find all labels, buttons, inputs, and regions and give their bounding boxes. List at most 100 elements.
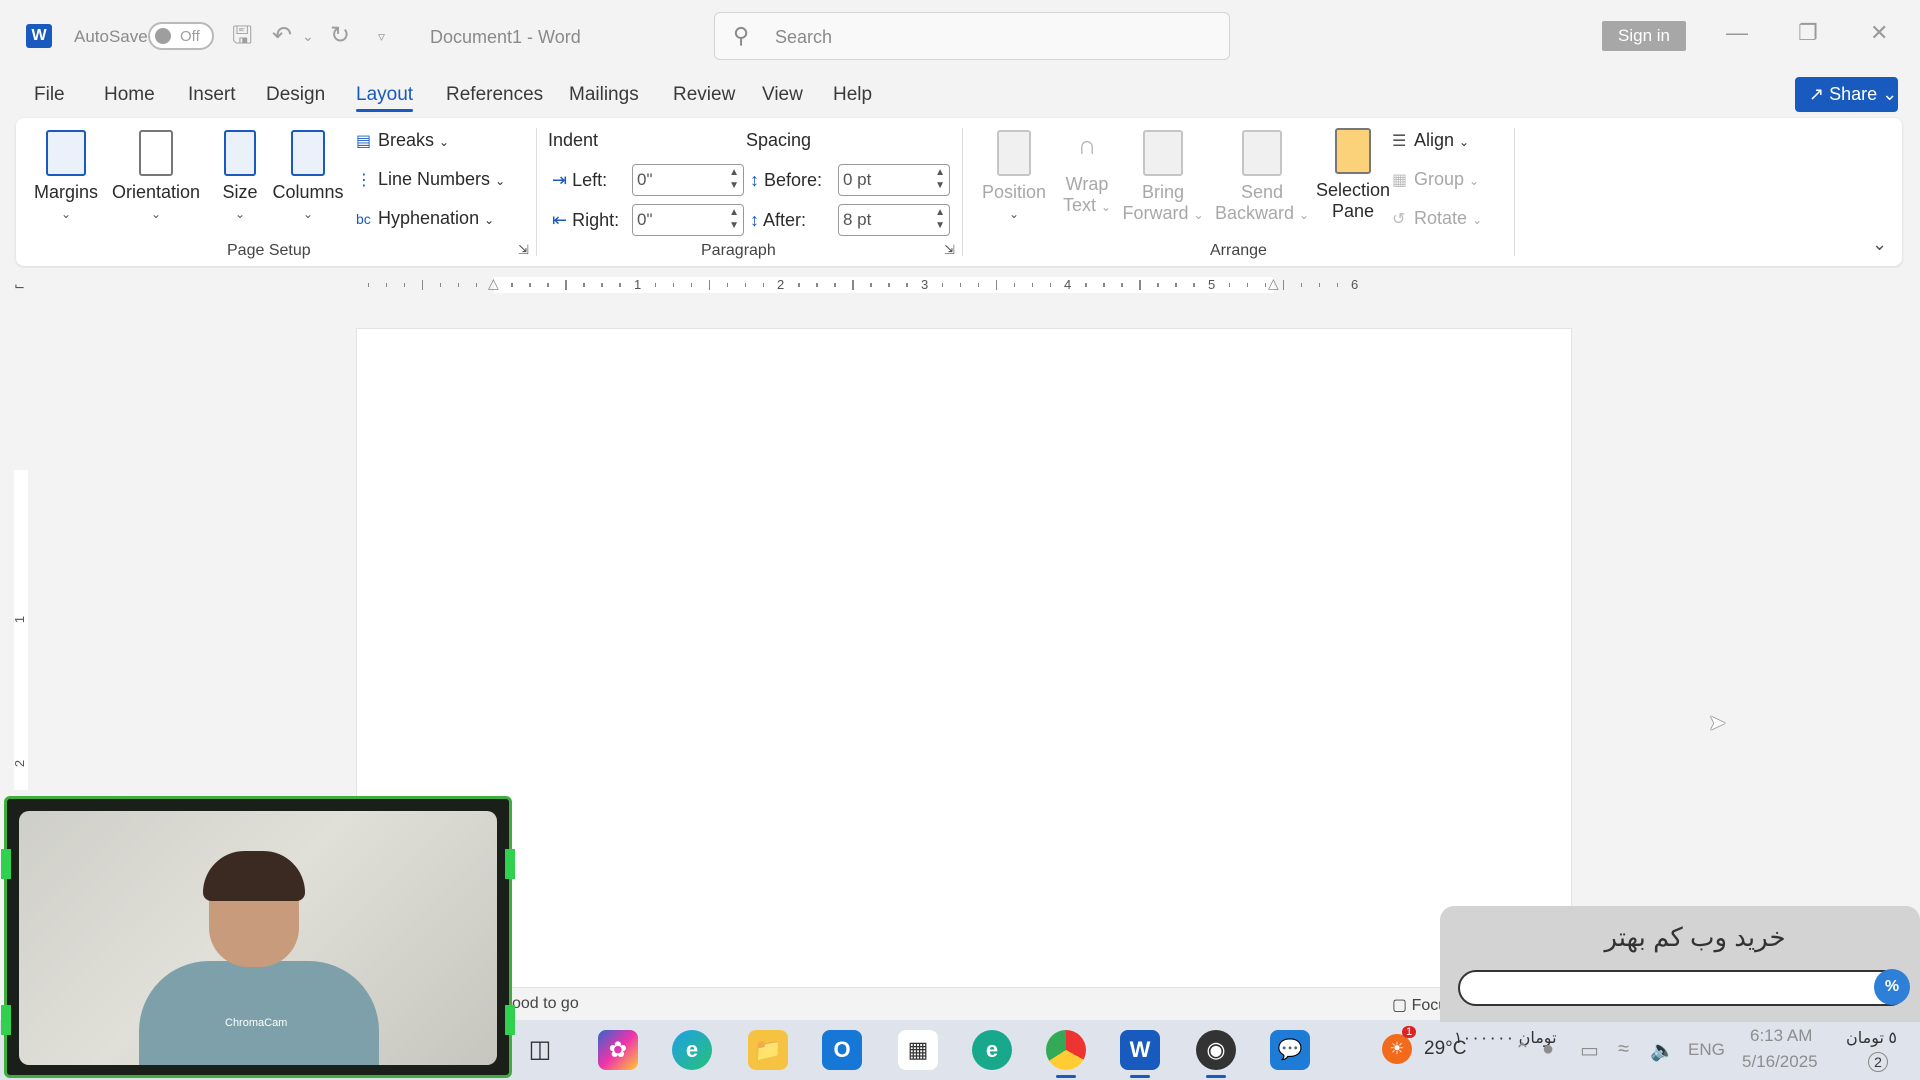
ruler-tick bbox=[1139, 280, 1141, 290]
autosave-toggle[interactable]: Off bbox=[148, 22, 214, 50]
tab-help[interactable]: Help bbox=[833, 84, 872, 106]
share-button[interactable]: ↗ Share ⌄ bbox=[1795, 77, 1898, 112]
store-icon[interactable]: ▦ bbox=[898, 1030, 938, 1070]
webcam-overlay: ChromaCam bbox=[1, 796, 515, 1078]
tab-references[interactable]: References bbox=[446, 84, 543, 106]
obs-icon[interactable]: ◉ bbox=[1196, 1030, 1236, 1078]
indent-left-value: 0" bbox=[637, 170, 653, 189]
ruler-tick bbox=[1121, 283, 1123, 287]
orientation-button[interactable]: Orientation ⌄ bbox=[108, 130, 204, 221]
edge-icon[interactable]: e bbox=[672, 1030, 712, 1070]
align-label: Align bbox=[1414, 130, 1455, 150]
search-box[interactable]: ⚲ Search bbox=[714, 12, 1230, 60]
line-numbers-button[interactable]: ⋮ Line Numbers ⌄ bbox=[356, 169, 505, 190]
restore-icon[interactable]: ❐ bbox=[1798, 20, 1818, 46]
spinner-arrows-icon[interactable]: ▲ ▼ bbox=[935, 166, 945, 192]
undo-icon[interactable]: ↶ bbox=[272, 22, 292, 50]
spacing-before-icon: ↕ bbox=[750, 170, 759, 190]
word-icon[interactable]: W bbox=[1120, 1030, 1160, 1078]
display-icon[interactable]: ▭ bbox=[1580, 1038, 1599, 1063]
spacing-before-input[interactable]: 0 pt ▲ ▼ bbox=[838, 164, 950, 196]
clock-date[interactable]: 5/16/2025 bbox=[1742, 1052, 1818, 1072]
columns-button[interactable]: Columns ⌄ bbox=[270, 130, 346, 221]
wifi-icon[interactable]: ≈ bbox=[1618, 1038, 1629, 1061]
group-button[interactable]: ▦ Group ⌄ bbox=[1392, 169, 1479, 190]
outlook-icon[interactable]: O bbox=[822, 1030, 862, 1070]
tab-design[interactable]: Design bbox=[266, 84, 325, 106]
tab-view[interactable]: View bbox=[762, 84, 803, 106]
spacing-after-value: 8 pt bbox=[843, 210, 872, 229]
e-app-icon[interactable]: e bbox=[972, 1030, 1012, 1070]
word-logo-icon: W bbox=[26, 24, 52, 48]
undo-dropdown-icon[interactable]: ⌄ bbox=[302, 22, 314, 50]
paragraph-launcher-icon[interactable]: ⇲ bbox=[944, 242, 955, 258]
sign-in-button[interactable]: Sign in bbox=[1602, 21, 1686, 51]
breaks-button[interactable]: ▤ Breaks ⌄ bbox=[356, 130, 449, 151]
send-backward-label-2: Backward bbox=[1214, 203, 1294, 223]
promo-progress-bar[interactable]: % bbox=[1458, 969, 1910, 1006]
ruler-tick bbox=[1246, 283, 1249, 287]
send-backward-label-1: Send bbox=[1240, 182, 1284, 202]
tab-mailings[interactable]: Mailings bbox=[569, 84, 639, 106]
bring-forward-button[interactable]: Bring Forward ⌄ bbox=[1118, 130, 1208, 224]
selection-pane-button[interactable]: Selection Pane bbox=[1308, 128, 1398, 222]
size-label: Size bbox=[222, 182, 258, 202]
document-page[interactable] bbox=[356, 328, 1572, 988]
language-indicator[interactable]: ENG bbox=[1688, 1040, 1725, 1060]
collapse-ribbon-icon[interactable]: ⌄ bbox=[1872, 234, 1887, 255]
tab-insert[interactable]: Insert bbox=[188, 84, 236, 106]
spinner-arrows-icon[interactable]: ▲ ▼ bbox=[729, 166, 739, 192]
ruler-tick bbox=[1282, 280, 1285, 290]
redo-icon[interactable]: ↻ bbox=[330, 22, 350, 50]
tab-file[interactable]: File bbox=[34, 84, 65, 106]
save-icon[interactable]: 🖫 bbox=[232, 22, 252, 50]
autosave-state: Off bbox=[180, 28, 200, 45]
spacing-after-input[interactable]: 8 pt ▲ ▼ bbox=[838, 204, 950, 236]
weather-icon[interactable]: ☀ bbox=[1382, 1034, 1412, 1064]
tray-app-icon[interactable]: ● bbox=[1542, 1038, 1554, 1061]
selection-pane-label-1: Selection bbox=[1315, 180, 1391, 200]
copilot-icon[interactable]: ✿ bbox=[598, 1030, 638, 1070]
spinner-arrows-icon[interactable]: ▲ ▼ bbox=[935, 206, 945, 232]
volume-icon[interactable]: 🔈 bbox=[1650, 1038, 1675, 1063]
margins-button[interactable]: Margins ⌄ bbox=[34, 130, 98, 221]
tab-review[interactable]: Review bbox=[673, 84, 735, 106]
indent-left-input[interactable]: 0" ▲ ▼ bbox=[632, 164, 744, 196]
ruler-tick bbox=[977, 283, 980, 287]
hyphenation-button[interactable]: bc Hyphenation ⌄ bbox=[356, 208, 494, 229]
customize-toolbar-icon[interactable]: ▿ bbox=[378, 22, 385, 50]
ruler-tick bbox=[1318, 283, 1321, 287]
notification-count[interactable]: 2 bbox=[1868, 1052, 1888, 1072]
promo-popup: خرید وب کم بهتر % bbox=[1440, 906, 1920, 1022]
minimize-icon[interactable]: — bbox=[1726, 20, 1748, 46]
ruler-tick bbox=[1336, 283, 1339, 287]
vertical-ruler-number: 1 bbox=[12, 615, 28, 624]
position-button[interactable]: Position ⌄ bbox=[976, 130, 1052, 221]
accessibility-status[interactable]: ood to go bbox=[512, 995, 579, 1013]
ruler-tick bbox=[708, 280, 711, 290]
spinner-arrows-icon[interactable]: ▲ ▼ bbox=[729, 206, 739, 232]
chrome-icon[interactable] bbox=[1046, 1030, 1086, 1078]
right-indent-marker-icon[interactable]: △ bbox=[1268, 275, 1279, 292]
chat-app-icon[interactable]: 💬 bbox=[1270, 1030, 1310, 1070]
file-explorer-icon[interactable]: 📁 bbox=[748, 1030, 788, 1070]
clock-time[interactable]: 6:13 AM bbox=[1750, 1026, 1812, 1046]
close-icon[interactable]: ✕ bbox=[1870, 20, 1888, 46]
tab-selector-icon[interactable]: ⌙ bbox=[14, 278, 25, 294]
first-line-indent-marker-icon[interactable]: △ bbox=[488, 275, 499, 292]
task-view-icon[interactable]: ◫ bbox=[520, 1030, 560, 1070]
chevron-down-icon: ⌄ bbox=[1008, 207, 1020, 221]
page-setup-launcher-icon[interactable]: ⇲ bbox=[518, 242, 529, 258]
size-button[interactable]: Size ⌄ bbox=[212, 130, 268, 221]
indent-right-input[interactable]: 0" ▲ ▼ bbox=[632, 204, 744, 236]
tab-layout[interactable]: Layout bbox=[356, 84, 414, 112]
show-hidden-icons-icon[interactable]: ⌃ bbox=[1514, 1038, 1531, 1063]
align-button[interactable]: ☰ Align ⌄ bbox=[1392, 130, 1469, 151]
send-backward-button[interactable]: Send Backward ⌄ bbox=[1210, 130, 1314, 224]
ruler-tick bbox=[1085, 283, 1087, 287]
wrap-text-button[interactable]: ∩ Wrap Text ⌄ bbox=[1056, 130, 1118, 216]
ruler-tick bbox=[941, 283, 944, 287]
rotate-button[interactable]: ↺ Rotate ⌄ bbox=[1392, 208, 1482, 229]
tab-home[interactable]: Home bbox=[104, 84, 155, 106]
search-placeholder: Search bbox=[775, 27, 833, 47]
